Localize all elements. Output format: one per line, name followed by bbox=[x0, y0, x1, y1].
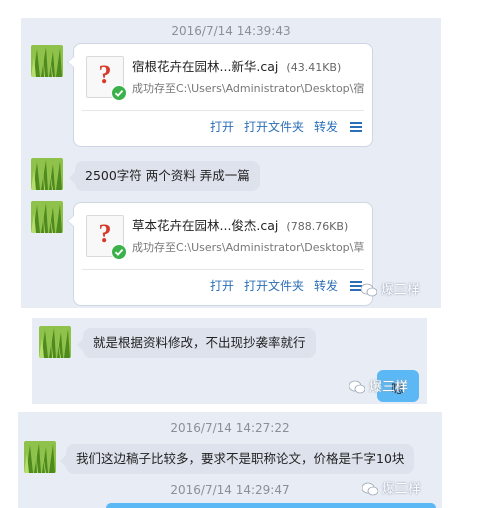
chat-panel-3: 2016/7/14 14:27:22 我们这边稿子比较多，要求不是职称论文，价格… bbox=[18, 412, 442, 508]
avatar[interactable] bbox=[24, 441, 56, 473]
file-actions: 打开 打开文件夹 转发 bbox=[200, 277, 362, 294]
file-name: 草本花卉在园林...俊杰.caj (788.76KB) bbox=[132, 218, 349, 233]
forward-button[interactable]: 转发 bbox=[314, 279, 338, 293]
watermark: 爆三样 bbox=[360, 279, 421, 298]
wechat-icon bbox=[360, 283, 378, 297]
watermark-text: 爆三样 bbox=[381, 283, 421, 298]
avatar[interactable] bbox=[39, 326, 71, 358]
open-folder-button[interactable]: 打开文件夹 bbox=[244, 279, 304, 293]
open-folder-button[interactable]: 打开文件夹 bbox=[244, 120, 304, 134]
open-button[interactable]: 打开 bbox=[210, 279, 234, 293]
avatar[interactable] bbox=[31, 201, 63, 233]
divider bbox=[82, 110, 364, 111]
avatar-grass-icon bbox=[24, 441, 56, 473]
chat-panel-2: 就是根据资料修改，不出现抄袭率就行 嗯 爆三样 bbox=[32, 318, 427, 404]
wechat-icon bbox=[361, 482, 379, 496]
watermark-text: 爆三样 bbox=[382, 482, 422, 497]
watermark: 爆三样 bbox=[348, 376, 409, 395]
question-file-icon: ? bbox=[86, 56, 127, 101]
open-button[interactable]: 打开 bbox=[210, 120, 234, 134]
menu-lines-icon[interactable] bbox=[350, 122, 362, 132]
file-save-path: 成功存至C:\Users\Administrator\Desktop\宿... bbox=[132, 82, 364, 95]
wechat-icon bbox=[348, 380, 366, 394]
timestamp: 2016/7/14 14:39:43 bbox=[171, 24, 291, 38]
avatar[interactable] bbox=[31, 158, 63, 190]
file-card[interactable]: ? 草本花卉在园林...俊杰.caj (788.76KB) 成功存至C:\User… bbox=[67, 202, 373, 306]
file-card[interactable]: ? 宿根花卉在园林...新华.caj (43.41KB) 成功存至C:\Users… bbox=[67, 43, 373, 147]
message-bubble: 2500字符 两个资料 弄成一篇 bbox=[69, 161, 260, 191]
avatar-grass-icon bbox=[31, 45, 63, 77]
watermark-text: 爆三样 bbox=[369, 380, 409, 395]
forward-button[interactable]: 转发 bbox=[314, 120, 338, 134]
avatar-grass-icon bbox=[31, 158, 63, 190]
file-size: (788.76KB) bbox=[286, 220, 349, 233]
divider bbox=[82, 269, 364, 270]
chat-panel-1: 2016/7/14 14:39:43 ? 宿根花卉在园林...新华.caj (43… bbox=[21, 18, 441, 308]
question-file-icon: ? bbox=[86, 215, 127, 260]
message-bubble: 就是根据资料修改，不出现抄袭率就行 bbox=[77, 328, 316, 358]
self-message-bubble bbox=[106, 503, 436, 508]
check-circle-icon bbox=[111, 244, 127, 260]
file-size: (43.41KB) bbox=[286, 61, 342, 74]
avatar[interactable] bbox=[31, 45, 63, 77]
file-name: 宿根花卉在园林...新华.caj (43.41KB) bbox=[132, 59, 342, 74]
avatar-grass-icon bbox=[31, 201, 63, 233]
avatar-grass-icon bbox=[39, 326, 71, 358]
check-circle-icon bbox=[111, 85, 127, 101]
watermark: 爆三样 bbox=[361, 478, 422, 497]
file-actions: 打开 打开文件夹 转发 bbox=[200, 118, 362, 135]
file-save-path: 成功存至C:\Users\Administrator\Desktop\草... bbox=[132, 241, 364, 254]
timestamp: 2016/7/14 14:27:22 bbox=[170, 421, 290, 435]
message-bubble: 我们这边稿子比较多，要求不是职称论文，价格是千字10块 bbox=[59, 444, 415, 474]
